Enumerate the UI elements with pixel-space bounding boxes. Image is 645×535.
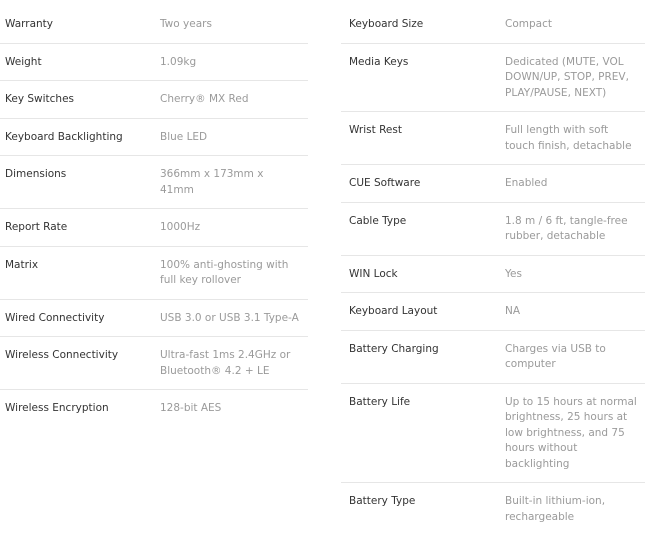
spec-row: Wireless Encryption 128-bit AES [0, 390, 308, 427]
spec-value: Compact [505, 18, 552, 30]
spec-value: USB 3.0 or USB 3.1 Type-A [160, 311, 299, 324]
spec-value: Yes [505, 267, 522, 280]
spec-label: Dimensions [5, 168, 67, 180]
spec-value: Two years [160, 18, 212, 30]
spec-table-right: Keyboard Size Compact Media Keys Dedicated … [341, 0, 645, 535]
spec-row: Battery Charging Charges via USB to compu… [341, 331, 645, 384]
spec-label: Wireless Encryption [5, 402, 109, 414]
spec-value: Ultra-fast 1ms 2.4GHz or Bluetooth® 4.2 … [160, 349, 291, 377]
spec-label: Keyboard Size [349, 18, 424, 30]
spec-value: 1.09kg [160, 55, 197, 68]
spec-row: CUE Software Enabled [341, 165, 645, 203]
spec-value: Blue LED [160, 130, 208, 143]
spec-label: Wireless Connectivity [5, 349, 119, 361]
spec-value: 100% anti-ghosting with full key rollove… [160, 258, 289, 287]
spec-value: Built-in lithium-ion, rechargeable [505, 495, 606, 523]
spec-label: CUE Software [349, 177, 421, 189]
spec-label: Keyboard Backlighting [5, 130, 123, 143]
spec-row: Media Keys Dedicated (MUTE, VOL DOWN/UP, … [341, 44, 645, 112]
spec-value: 128-bit AES [160, 402, 222, 414]
spec-value: 1.8 m / 6 ft, tangle-free rubber, detach… [505, 214, 628, 243]
spec-value: 1000Hz [160, 221, 201, 233]
spec-label: Key Switches [5, 93, 75, 105]
spec-row: Wired Connectivity USB 3.0 or USB 3.1 Typ… [0, 300, 308, 337]
spec-value: 366mm x 173mm x 41mm [160, 168, 264, 196]
spec-label: WIN Lock [349, 267, 398, 280]
spec-table-left: Warranty Two years Weight 1.09kg Key Switche… [0, 0, 308, 427]
spec-label: Battery Type [349, 495, 416, 507]
spec-label: Keyboard Layout [349, 305, 438, 317]
spec-row: Battery Life Up to 15 hours at normal bri… [341, 384, 645, 483]
spec-row: Keyboard Backlighting Blue LED [0, 119, 308, 156]
spec-row: Weight 1.09kg [0, 44, 308, 81]
spec-row: Matrix 100% anti-ghosting with full key r… [0, 247, 308, 300]
spec-row: Keyboard Layout NA [341, 293, 645, 331]
spec-row: Battery Type Built-in lithium-ion, rechar… [341, 483, 645, 535]
spec-row: Dimensions 366mm x 173mm x 41mm [0, 156, 308, 209]
spec-label: Weight [5, 55, 42, 68]
spec-row: Wireless Connectivity Ultra-fast 1ms 2.4G… [0, 337, 308, 390]
spec-value: NA [505, 305, 521, 317]
spec-value: Cherry® MX Red [160, 93, 249, 105]
spec-label: Wrist Rest [349, 124, 402, 136]
spec-row: Report Rate 1000Hz [0, 209, 308, 247]
spec-label: Matrix [5, 258, 39, 271]
spec-value: Full length with soft touch finish, deta… [505, 124, 632, 152]
spec-label: Warranty [5, 18, 54, 30]
spec-label: Wired Connectivity [5, 311, 105, 324]
spec-row: Cable Type 1.8 m / 6 ft, tangle-free rubb… [341, 203, 645, 256]
spec-row: Keyboard Size Compact [341, 0, 645, 44]
spec-row: WIN Lock Yes [341, 256, 645, 293]
spec-value: Charges via USB to computer [505, 342, 606, 371]
spec-label: Report Rate [5, 221, 68, 233]
spec-label: Cable Type [349, 214, 407, 227]
spec-label: Battery Charging [349, 342, 439, 355]
spec-row: Warranty Two years [0, 0, 308, 44]
spec-value: Enabled [505, 177, 548, 189]
spec-label: Media Keys [349, 55, 409, 68]
spec-row: Wrist Rest Full length with soft touch fi… [341, 112, 645, 165]
spec-row: Key Switches Cherry® MX Red [0, 81, 308, 119]
spec-value: Dedicated (MUTE, VOL DOWN/UP, STOP, PREV… [505, 55, 629, 99]
spec-label: Battery Life [349, 395, 411, 408]
spec-value: Up to 15 hours at normal brightness, 25 … [505, 395, 637, 470]
